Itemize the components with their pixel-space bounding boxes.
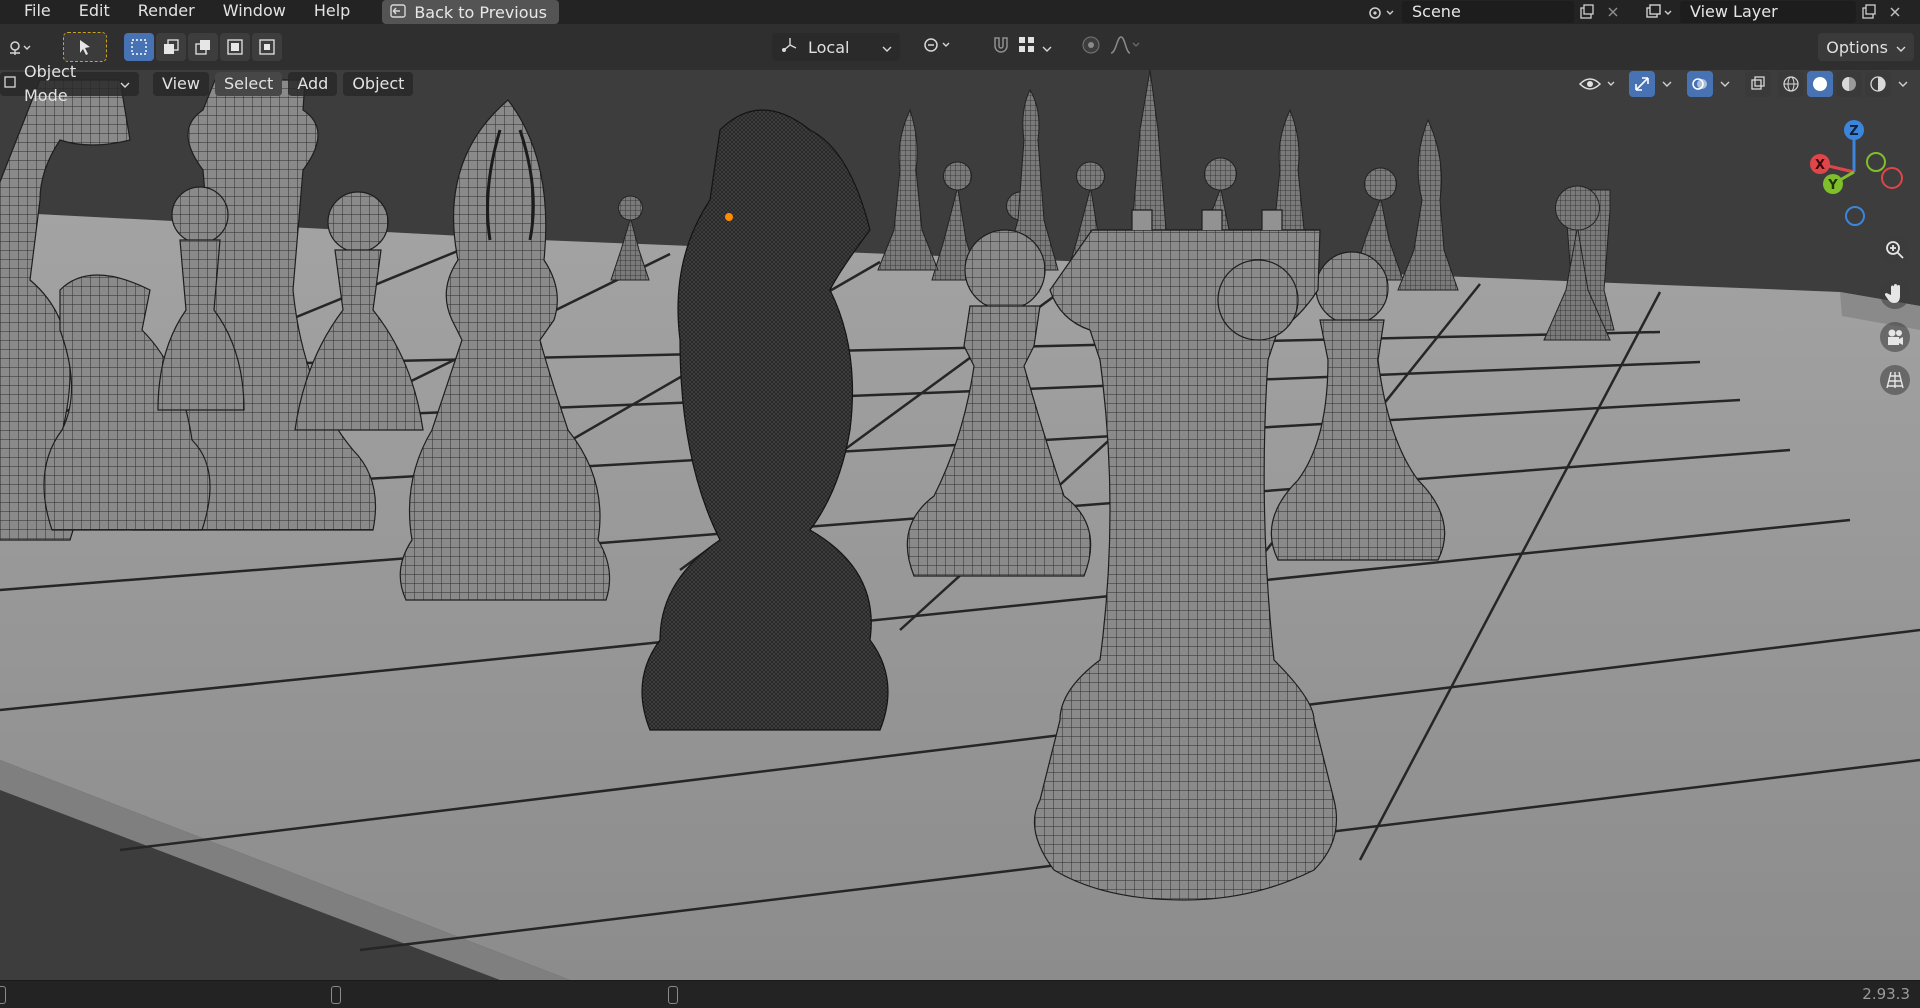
pivot-point-dropdown[interactable] [914,33,966,61]
editor-type-dropdown[interactable] [0,33,40,61]
selection-extend-icon[interactable] [156,33,186,61]
chevron-down-icon [1896,38,1906,57]
solid-shading-icon[interactable] [1807,71,1833,97]
menu-file[interactable]: File [0,0,65,24]
viewport-menu-view[interactable]: View [153,72,209,96]
back-to-previous-button[interactable]: Back to Previous [382,0,560,24]
viewport-menu-select[interactable]: Select [214,72,283,96]
scene-name-field[interactable]: Scene [1402,1,1574,23]
delete-scene-icon[interactable] [1600,1,1626,23]
selection-origin-dot [725,213,733,221]
chevron-down-icon [120,72,130,96]
view-layer-name-field[interactable]: View Layer [1680,1,1856,23]
status-bar: 2.93.3 [0,980,1920,1008]
mouse-middle-icon [331,986,341,1004]
gizmo-y-label: Y [1827,178,1838,193]
view-layer-selector: View Layer [1640,0,1908,24]
pan-hand-icon[interactable] [1880,279,1910,309]
proportional-editing-group [1072,33,1148,61]
selection-mode-group [124,33,282,61]
delete-view-layer-icon[interactable] [1882,1,1908,23]
tool-header: Local Options [0,24,1920,71]
chess-scene-render [0,70,1920,980]
scene-browse-icon[interactable] [1362,1,1402,23]
chevron-down-icon [882,38,892,57]
gizmo-neg-x-axis[interactable] [1881,167,1903,189]
snap-magnet-icon[interactable] [990,34,1012,60]
selection-subtract-icon[interactable] [188,33,218,61]
3d-viewport[interactable] [0,70,1920,980]
transform-orientation-dropdown[interactable]: Local [772,33,900,61]
new-view-layer-icon[interactable] [1856,1,1882,23]
mouse-left-icon [0,986,6,1004]
chevron-down-icon[interactable] [1716,71,1734,97]
selection-invert-icon[interactable] [220,33,250,61]
orientation-label: Local [808,37,850,57]
object-mode-dropdown[interactable]: Object Mode [0,62,139,105]
back-to-previous-label: Back to Previous [414,2,548,22]
pawn-piece-right [1217,259,1299,341]
version-label: 2.93.3 [1862,985,1910,1003]
snapping-group [982,33,1060,61]
options-label: Options [1826,37,1888,57]
options-dropdown[interactable]: Options [1818,33,1914,61]
menu-window[interactable]: Window [209,0,300,24]
viewport-shading-group [1576,70,1912,98]
visibility-dropdown[interactable] [1576,71,1620,97]
snap-increment-icon[interactable] [1016,34,1038,60]
material-preview-icon[interactable] [1836,71,1862,97]
viewport-menu-add[interactable]: Add [288,72,338,96]
rendered-shading-icon[interactable] [1865,71,1891,97]
menu-edit[interactable]: Edit [65,0,124,24]
menu-render[interactable]: Render [124,0,209,24]
top-menu-bar: File Edit Render Window Help Back to Pre… [0,0,1920,24]
scene-selector: Scene [1362,0,1626,24]
camera-view-icon[interactable] [1880,322,1910,352]
new-scene-icon[interactable] [1574,1,1600,23]
gizmo-neg-z-axis[interactable] [1845,206,1865,226]
gizmo-x-label: X [1815,158,1825,173]
chevron-down-icon[interactable] [1894,71,1912,97]
viewport-menu-object[interactable]: Object [343,72,414,96]
perspective-toggle-icon[interactable] [1880,365,1910,395]
chevron-down-icon[interactable] [1658,71,1676,97]
object-mode-label: Object Mode [24,62,77,105]
overlays-toggle-icon[interactable] [1687,71,1713,97]
object-mode-icon [4,72,16,96]
falloff-curve-icon[interactable] [1108,34,1140,60]
menu-help[interactable]: Help [300,0,364,24]
selection-new-icon[interactable] [124,33,154,61]
orientation-axes-icon [780,36,800,58]
back-arrow-icon [390,3,407,22]
navigation-gizmo[interactable]: Z X Y [1796,116,1906,236]
view-layer-browse-icon[interactable] [1640,1,1680,23]
chevron-down-icon[interactable] [1042,38,1052,57]
selection-intersect-icon[interactable] [252,33,282,61]
xray-toggle-icon[interactable] [1745,71,1771,97]
pivot-icon [922,35,952,59]
zoom-icon[interactable] [1880,235,1910,265]
gizmo-z-label: Z [1849,124,1858,139]
wireframe-shading-icon[interactable] [1778,71,1804,97]
gizmo-toggle-icon[interactable] [1629,71,1655,97]
select-tool-icon[interactable] [63,32,107,62]
proportional-editing-icon[interactable] [1080,34,1102,60]
mouse-right-icon [668,986,678,1004]
gizmo-neg-y-axis[interactable] [1866,152,1886,172]
